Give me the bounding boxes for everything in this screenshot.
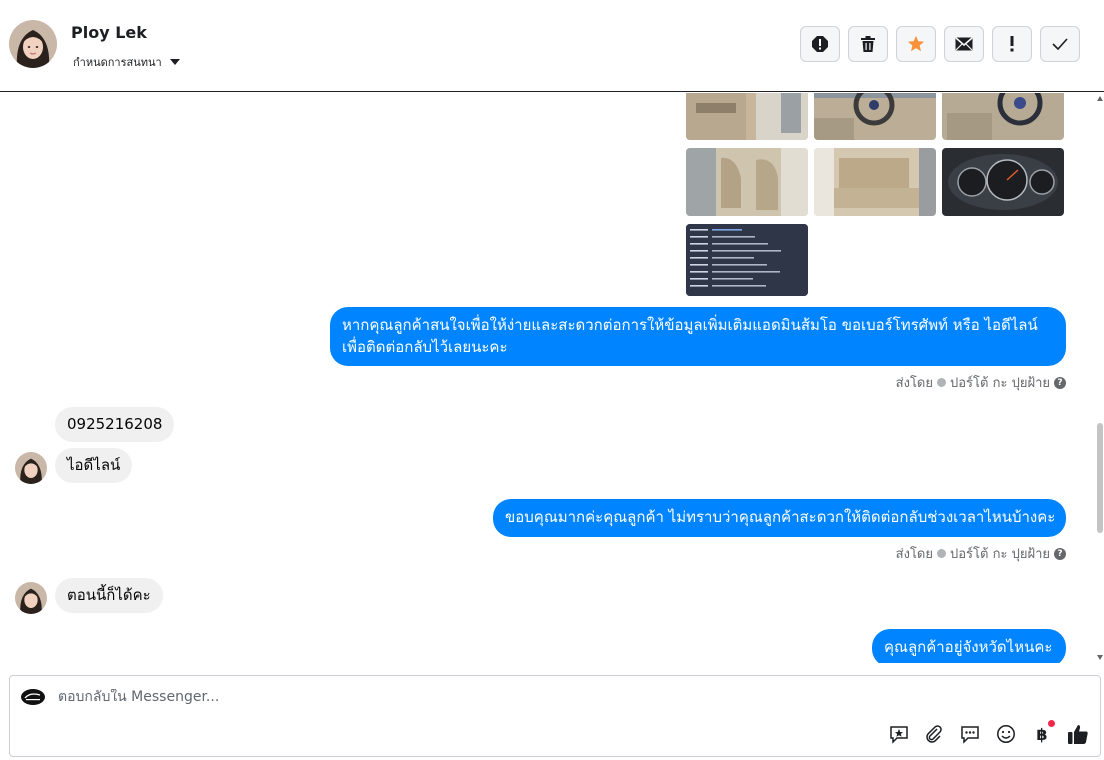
attach-file-button[interactable]: [923, 723, 945, 745]
thumbs-up-icon: [1068, 725, 1088, 744]
sender-avatar[interactable]: [15, 452, 47, 484]
car-photo-gauges[interactable]: [942, 148, 1064, 216]
car-photo-dashboard[interactable]: [942, 93, 1064, 140]
message-text: ไอดีไลน์: [67, 456, 121, 474]
sender-name: ปอร์โต้ กะ ปุยฝ้าย: [950, 547, 1050, 562]
scroll-up-icon[interactable]: [1097, 96, 1103, 101]
doc-label-line: [690, 236, 708, 238]
car-spec-document-image[interactable]: [686, 224, 808, 296]
car-photo-front-seats[interactable]: [686, 148, 808, 216]
baht-icon: ฿: [1036, 724, 1048, 744]
report-icon: [812, 36, 828, 52]
conversation-settings-dropdown[interactable]: กำหนดการสนทนา: [73, 53, 180, 71]
mark-important-button[interactable]: [992, 26, 1032, 62]
doc-value-line: [712, 243, 768, 245]
star-button[interactable]: [896, 26, 936, 62]
doc-value-line: [712, 264, 767, 266]
car-photo-door[interactable]: [686, 93, 808, 140]
incoming-message[interactable]: 0925216208: [55, 407, 175, 442]
sent-by-info: ส่งโดย ปอร์โต้ กะ ปุยฝ้าย ?: [896, 372, 1066, 393]
help-icon[interactable]: ?: [1054, 547, 1066, 560]
message-thread: หากคุณลูกค้าสนใจเพื่อให้ง่ายและสะดวกต่อก…: [0, 93, 1096, 663]
report-spam-button[interactable]: [800, 26, 840, 62]
exclamation-icon: [1010, 36, 1014, 52]
verified-icon: [937, 378, 946, 387]
saved-replies-button[interactable]: [888, 723, 910, 745]
caret-down-icon: [169, 59, 180, 65]
doc-label-line: [690, 264, 708, 266]
delete-button[interactable]: [848, 26, 888, 62]
star-icon: [907, 35, 925, 52]
smiley-icon: [997, 725, 1015, 743]
doc-label-line: [690, 257, 708, 259]
doc-value-line: [712, 271, 780, 273]
conversation-header: Ploy Lek กำหนดการสนทนา: [0, 0, 1104, 92]
doc-label-line: [690, 229, 708, 231]
doc-label-line: [690, 271, 708, 273]
outgoing-message[interactable]: หากคุณลูกค้าสนใจเพื่อให้ง่ายและสะดวกต่อก…: [330, 307, 1066, 366]
chat-dots-icon: [961, 726, 979, 744]
doc-value-line: [712, 250, 781, 252]
car-photo-steering[interactable]: [814, 93, 936, 140]
doc-label-line: [690, 278, 708, 280]
mail-icon: [955, 37, 973, 51]
conversation-settings-label: กำหนดการสนทนา: [73, 56, 162, 69]
sent-by-info: ส่งโดย ปอร์โต้ กะ ปุยฝ้าย ?: [896, 543, 1066, 564]
contact-name[interactable]: Ploy Lek: [71, 23, 147, 42]
sent-by-label: ส่งโดย: [895, 547, 933, 562]
doc-value-line: [712, 278, 753, 280]
scrollbar-thumb[interactable]: [1097, 423, 1103, 533]
reply-input[interactable]: [58, 689, 858, 705]
trash-icon: [861, 36, 875, 52]
sender-avatar[interactable]: [15, 582, 47, 614]
notification-dot: [1048, 720, 1055, 727]
mark-done-button[interactable]: [1040, 26, 1080, 62]
message-text: 0925216208: [67, 415, 163, 433]
message-text: คุณลูกค้าอยู่จังหวัดไหนคะ: [884, 638, 1053, 656]
contact-avatar[interactable]: [9, 20, 57, 68]
scroll-down-icon[interactable]: [1097, 655, 1103, 660]
incoming-message[interactable]: ตอนนี้ก็ได้คะ: [55, 578, 163, 613]
verified-icon: [937, 549, 946, 558]
incoming-message[interactable]: ไอดีไลน์: [55, 448, 133, 483]
page-logo: [20, 688, 46, 706]
check-icon: [1052, 38, 1068, 50]
paperclip-icon: [926, 725, 942, 743]
doc-label-line: [690, 243, 708, 245]
payment-button[interactable]: ฿: [1031, 720, 1055, 745]
message-text: หากคุณลูกค้าสนใจเพื่อให้ง่ายและสะดวกต่อก…: [342, 316, 1038, 334]
outgoing-message[interactable]: คุณลูกค้าอยู่จังหวัดไหนคะ: [872, 629, 1066, 663]
doc-value-line: [712, 285, 766, 287]
doc-value-line: [712, 229, 742, 231]
message-composer: ฿: [9, 675, 1101, 757]
chat-star-icon: [890, 726, 908, 744]
message-text: ขอบคุณมากค่ะคุณลูกค้า ไม่ทราบว่าคุณลูกค้…: [505, 508, 1056, 526]
sent-by-label: ส่งโดย: [895, 376, 933, 391]
doc-value-line: [712, 236, 755, 238]
help-icon[interactable]: ?: [1054, 376, 1066, 389]
mark-unread-button[interactable]: [944, 26, 984, 62]
doc-value-line: [712, 257, 754, 259]
doc-label-line: [690, 250, 708, 252]
outgoing-message[interactable]: ขอบคุณมากค่ะคุณลูกค้า ไม่ทราบว่าคุณลูกค้…: [493, 499, 1066, 537]
quick-replies-button[interactable]: [959, 723, 981, 745]
like-button[interactable]: [1067, 723, 1089, 745]
car-photo-rear-seats[interactable]: [814, 148, 936, 216]
message-text: เพื่อติดต่อกลับไว้เลยนะคะ: [342, 338, 508, 356]
thread-scrollbar[interactable]: [1096, 93, 1104, 663]
doc-label-line: [690, 285, 708, 287]
sender-name: ปอร์โต้ กะ ปุยฝ้าย: [950, 376, 1050, 391]
emoji-button[interactable]: [995, 723, 1017, 745]
message-text: ตอนนี้ก็ได้คะ: [67, 586, 151, 604]
